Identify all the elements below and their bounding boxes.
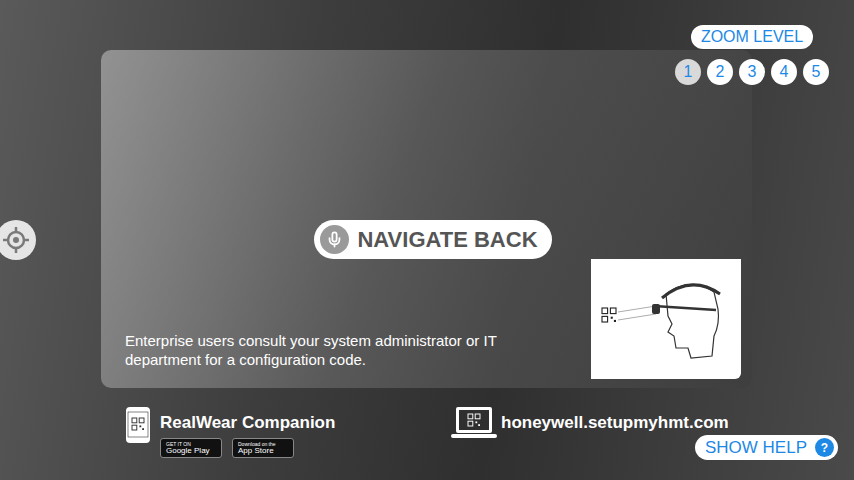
zoom-level-button[interactable]: 5 <box>803 59 829 85</box>
laptop-icon <box>451 406 497 440</box>
helmet-scan-icon <box>596 264 736 374</box>
camera-view: NAVIGATE BACK Enterprise users consult yo… <box>0 0 854 480</box>
card-bottom-row: Enterprise users consult your system adm… <box>125 259 741 379</box>
setup-card: NAVIGATE BACK Enterprise users consult yo… <box>101 50 752 388</box>
companion-title: RealWear Companion <box>160 413 335 433</box>
zoom-label: ZOOM LEVEL <box>691 25 813 49</box>
zoom-control: ZOOM LEVEL 12345 <box>675 25 829 85</box>
zoom-level-button[interactable]: 1 <box>675 59 701 85</box>
store-name: App Store <box>238 447 288 455</box>
store-badges: GET IT ONGoogle Play Download on theApp S… <box>160 438 335 458</box>
show-help-button[interactable]: SHOW HELP? <box>695 435 838 460</box>
crosshair-icon <box>2 226 30 254</box>
store-name: Google Play <box>166 447 216 455</box>
zoom-levels: 12345 <box>675 59 829 85</box>
helmet-illustration <box>591 259 741 379</box>
qr-icon <box>468 414 480 426</box>
store-badge[interactable]: Download on theApp Store <box>232 438 294 458</box>
companion-text: RealWear Companion GET IT ONGoogle Play Do… <box>160 406 335 458</box>
qr-icon <box>132 418 144 430</box>
store-badge[interactable]: GET IT ONGoogle Play <box>160 438 222 458</box>
help-label: SHOW HELP <box>705 438 807 458</box>
qr-icon <box>602 308 616 322</box>
config-message: Enterprise users consult your system adm… <box>125 331 545 379</box>
navigate-back-button[interactable]: NAVIGATE BACK <box>314 220 551 259</box>
help-badge: ? <box>815 438 834 457</box>
website: honeywell.setupmyhmt.com <box>451 406 729 440</box>
mic-icon <box>320 225 349 254</box>
crosshair-button[interactable] <box>0 220 36 260</box>
zoom-level-button[interactable]: 2 <box>707 59 733 85</box>
phone-icon <box>125 406 151 444</box>
zoom-level-button[interactable]: 3 <box>739 59 765 85</box>
companion-app: RealWear Companion GET IT ONGoogle Play Do… <box>125 406 451 458</box>
command-label: NAVIGATE BACK <box>357 227 537 253</box>
zoom-level-button[interactable]: 4 <box>771 59 797 85</box>
website-url: honeywell.setupmyhmt.com <box>501 413 729 433</box>
